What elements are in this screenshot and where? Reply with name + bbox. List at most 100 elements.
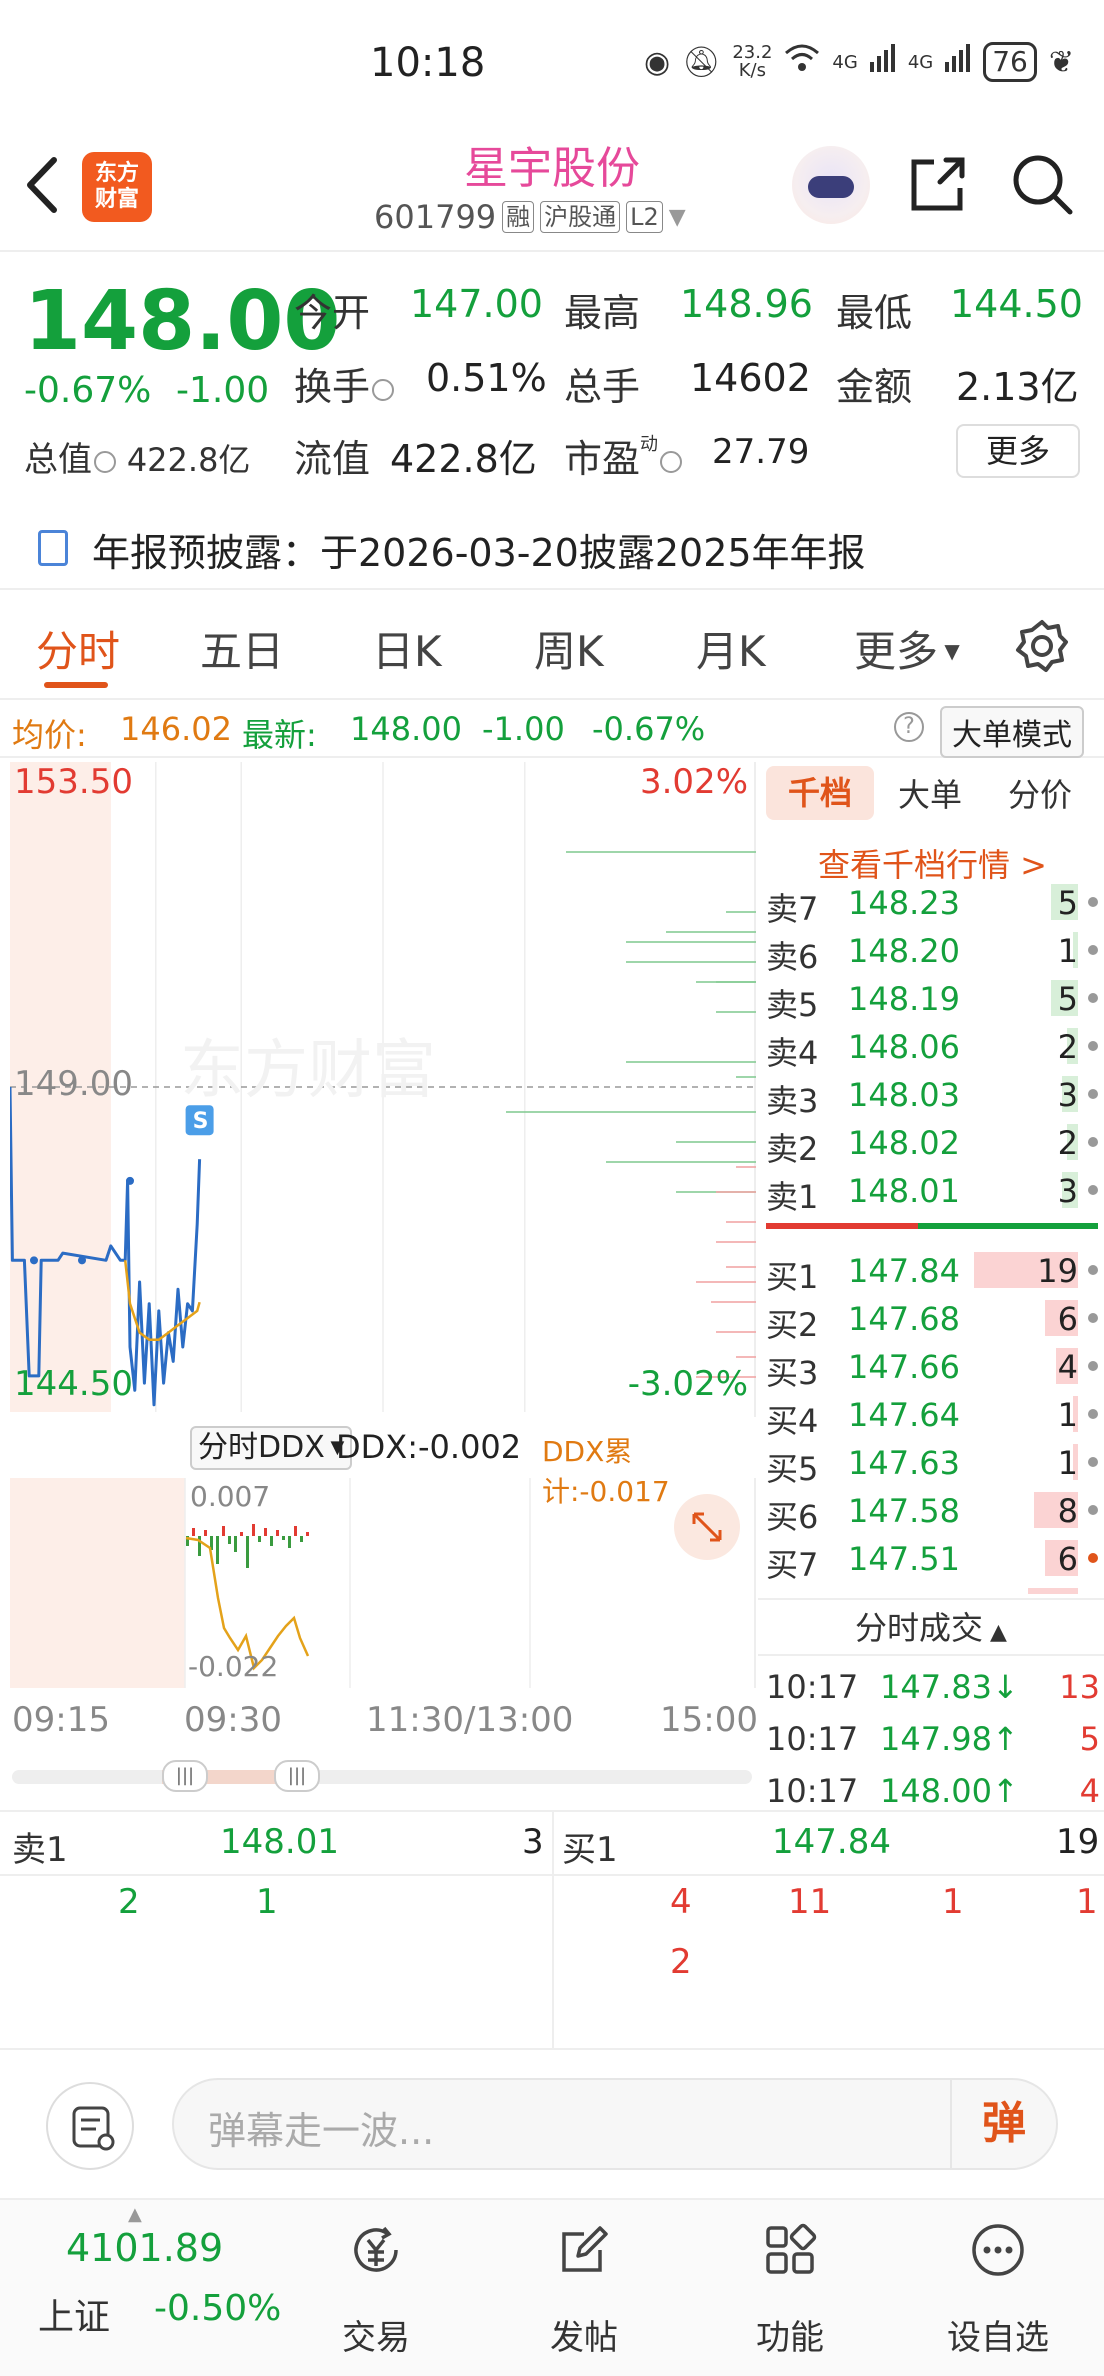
divider [552, 1812, 554, 2050]
watermark-text: 东方财富 [180, 1034, 436, 1108]
buy-order-row[interactable]: 买2 147.68 6 [758, 1294, 1104, 1344]
big-order-mode-button[interactable]: 大单模式 [940, 706, 1084, 758]
buy-order-row[interactable]: 买4 147.64 1 [758, 1390, 1104, 1440]
sell-level-volume: 2 [1057, 1124, 1078, 1162]
sell-order-row[interactable]: 卖6 148.20 1 [758, 926, 1104, 976]
tab-more[interactable]: 更多 ▼ [854, 618, 960, 679]
buy-level-label: 买7 [766, 1546, 819, 1584]
trade-point [30, 1256, 38, 1265]
y-top-label: 153.50 [14, 762, 133, 802]
tab-five-day[interactable]: 五日 [200, 618, 284, 679]
buy-order-row[interactable]: 买1 147.84 19 [758, 1246, 1104, 1296]
buy-order-row[interactable]: 买7 147.51 6 [758, 1534, 1104, 1584]
pct-top-label: 3.02% [639, 762, 748, 802]
sell-order-row[interactable]: 卖2 148.02 2 [758, 1118, 1104, 1168]
tab-intraday[interactable]: 分时 [36, 618, 120, 679]
index-ticker[interactable]: ▲ 4101.89 上证 -0.50% [0, 2200, 281, 2376]
assistant-robot-icon[interactable] [792, 146, 870, 224]
ticks-header[interactable]: 分时成交 ▲ [758, 1598, 1104, 1656]
more-button[interactable]: 更多 [956, 424, 1080, 478]
nav-trade[interactable]: 交易 [286, 2200, 466, 2376]
chart-settings-button[interactable] [1014, 618, 1070, 678]
tick-volume: 5 [1079, 1720, 1100, 1758]
expand-button[interactable] [674, 1494, 740, 1560]
sell-level-label: 卖7 [766, 890, 819, 928]
pe-sup: 动 [640, 434, 659, 455]
sell-level-volume: 3 [1057, 1076, 1078, 1114]
search-button[interactable] [1010, 152, 1074, 220]
status-bar: 10:18 ◉ 🔕︎ 23.2 K/s 4G 4G 76 ❦ [0, 0, 1104, 130]
help-icon[interactable]: ? [894, 712, 924, 742]
pe-label[interactable]: 市盈动 [564, 428, 683, 483]
comment-list-button[interactable] [46, 2082, 134, 2170]
tab-daily-k[interactable]: 日K [372, 618, 442, 679]
nav-post[interactable]: 发帖 [494, 2200, 674, 2376]
info-icon [660, 450, 683, 473]
buy-queue-item: 11 [788, 1882, 832, 1922]
ddx-bar [264, 1528, 267, 1536]
sell-marker-label: S [193, 1109, 209, 1134]
wifi-icon [784, 43, 820, 81]
tick-price: 147.83↓ [880, 1668, 1019, 1706]
slider-handle-right[interactable]: ||| [274, 1760, 320, 1792]
pe-value: 27.79 [712, 432, 810, 472]
sell-level-volume: 1 [1057, 932, 1078, 970]
buy-level-price: 147.51 [848, 1540, 960, 1578]
tab-thousand-levels[interactable]: 千档 [766, 766, 874, 820]
sell-order-row[interactable]: 卖1 148.01 3 [758, 1166, 1104, 1216]
tab-price-dist[interactable]: 分价 [1008, 770, 1072, 816]
lv1-buy-label: 买1 [562, 1830, 618, 1870]
sell-queue-item: 2 [118, 1882, 140, 1922]
buy-volume-bar [1028, 1588, 1078, 1594]
buy-level-label: 买4 [766, 1402, 819, 1440]
mktcap-label: 总值 [24, 440, 92, 480]
y-mid-label: 149.00 [14, 1064, 133, 1104]
buy-order-row[interactable]: 买5 147.63 1 [758, 1438, 1104, 1488]
volume-label: 总手 [564, 365, 641, 409]
buy-level-volume: 4 [1057, 1348, 1078, 1386]
tab-big-orders[interactable]: 大单 [898, 770, 962, 816]
turnover-label[interactable]: 换手 [294, 356, 395, 411]
float-value: 422.8亿 [390, 437, 537, 481]
bottom-nav: ▲ 4101.89 上证 -0.50% 交易 发帖 功能 设自选 [0, 2200, 1104, 2376]
sell-level-price: 148.20 [848, 932, 960, 970]
sell-order-row[interactable]: 卖3 148.03 3 [758, 1070, 1104, 1120]
tab-weekly-k[interactable]: 周K [534, 618, 604, 679]
notice-text: 年报预披露：于2026-03-20披露2025年年报 [92, 531, 866, 575]
notice-bar[interactable]: 年报预披露：于2026-03-20披露2025年年报 [0, 500, 1104, 590]
tick-row: 10:17 147.83↓ 13 [758, 1660, 1104, 1712]
nav-functions[interactable]: 功能 [700, 2200, 880, 2376]
signal2-label: 4G [907, 51, 934, 73]
slider-handle-left[interactable]: ||| [162, 1760, 208, 1792]
buy-order-row[interactable]: 买3 147.66 4 [758, 1342, 1104, 1392]
quote-panel: 148.00 -0.67% -1.00 今开 147.00 最高 148.96 … [0, 252, 1104, 492]
intraday-summary-bar: 均价: 146.02 最新: 148.00 -1.00 -0.67% ? 大单模… [0, 700, 1104, 758]
sell-order-row[interactable]: 卖5 148.19 5 [758, 974, 1104, 1024]
nav-watchlist[interactable]: 设自选 [908, 2200, 1088, 2376]
sell-order-row[interactable]: 卖7 148.23 5 [758, 878, 1104, 928]
level-dot [1088, 1185, 1098, 1195]
stock-code-row[interactable]: 601799 融 沪股通 L2 ▼ [374, 198, 686, 236]
buy-order-row[interactable]: 买6 147.58 8 [758, 1486, 1104, 1536]
intraday-chart[interactable]: 东方财富 S 153.50 3.02% 149.00 144.50 -3.02% [10, 762, 756, 1417]
edit-icon [562, 2226, 608, 2272]
ddx-selector[interactable]: 分时DDX ▼ [190, 1426, 353, 1470]
sell-queue-item: 1 [256, 1882, 278, 1922]
sell-order-row[interactable]: 卖4 148.06 2 [758, 1022, 1104, 1072]
share-button[interactable] [906, 152, 970, 220]
danmaku-input[interactable]: 弹幕走一波... 弹 [172, 2078, 1058, 2170]
danmaku-send-button[interactable]: 弹 [950, 2080, 1056, 2168]
sell-level-label: 卖4 [766, 1034, 819, 1072]
ddx-bar [216, 1536, 219, 1564]
caret-up-icon: ▲ [983, 1620, 1007, 1645]
level-dot [1088, 1265, 1098, 1275]
nav-watchlist-label: 设自选 [947, 2318, 1049, 2358]
current-price: 148.00 [24, 274, 341, 369]
signal-icon-2 [945, 44, 971, 80]
time-range-slider[interactable]: ||| ||| [12, 1760, 752, 1792]
ddx-chart[interactable]: 0.007 -0.022 [10, 1478, 756, 1688]
tab-monthly-k[interactable]: 月K [696, 618, 766, 679]
nav-post-label: 发帖 [550, 2318, 618, 2358]
ddx-bar [270, 1536, 273, 1546]
market-cap[interactable]: 总值 422.8亿 [24, 432, 250, 481]
